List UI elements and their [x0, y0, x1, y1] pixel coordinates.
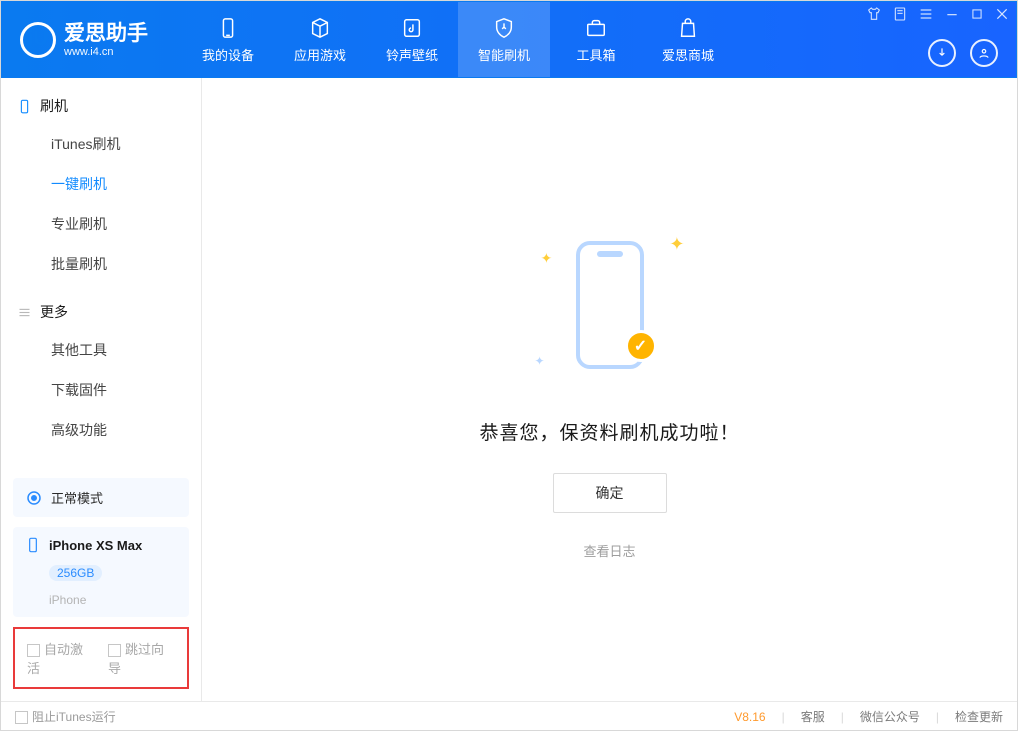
ok-button[interactable]: 确定 [553, 473, 667, 513]
sparkle-icon: ✦ [541, 250, 553, 267]
nav-label: 应用游戏 [294, 45, 346, 64]
checkbox-skip-guide[interactable]: 跳过向导 [108, 639, 175, 677]
sidebar-bottom: 正常模式 iPhone XS Max 256GB iPhone 自动激活 跳过向… [1, 468, 201, 701]
header-right-buttons [928, 39, 998, 67]
nav-label: 我的设备 [202, 45, 254, 64]
group-header-more[interactable]: 更多 [1, 302, 201, 330]
tshirt-icon[interactable] [866, 6, 882, 22]
sparkle-icon: ✦ [669, 234, 684, 255]
success-illustration: ✦ ✦ ✦ ✓ [525, 220, 695, 390]
toolbox-icon [584, 16, 608, 40]
check-update-link[interactable]: 检查更新 [955, 708, 1003, 725]
sidebar: 刷机 iTunes刷机 一键刷机 专业刷机 批量刷机 更多 其他工具 下载固件 … [1, 78, 202, 701]
logo-area: iU 爱思助手 www.i4.cn [2, 2, 182, 77]
maximize-icon[interactable] [970, 7, 984, 21]
view-log-link[interactable]: 查看日志 [583, 541, 635, 560]
sidebar-item-pro-flash[interactable]: 专业刷机 [1, 204, 201, 244]
group-header-flash[interactable]: 刷机 [1, 96, 201, 124]
download-button[interactable] [928, 39, 956, 67]
sidebar-item-download-firmware[interactable]: 下载固件 [1, 370, 201, 410]
device-icon [17, 99, 32, 114]
phone-icon [216, 16, 240, 40]
nav-ringtones-wallpapers[interactable]: 铃声壁纸 [366, 2, 458, 77]
mode-label: 正常模式 [51, 488, 103, 507]
version-label: V8.16 [734, 710, 765, 724]
status-bar: 阻止iTunes运行 V8.16 | 客服 | 微信公众号 | 检查更新 [1, 701, 1017, 731]
brand-name: 爱思助手 [64, 21, 148, 46]
brand-site: www.i4.cn [64, 46, 148, 58]
nav-my-device[interactable]: 我的设备 [182, 2, 274, 77]
nav-smart-flash[interactable]: 智能刷机 [458, 2, 550, 77]
nav-store[interactable]: 爱思商城 [642, 2, 734, 77]
mode-card[interactable]: 正常模式 [13, 478, 189, 517]
top-nav: 我的设备 应用游戏 铃声壁纸 智能刷机 工具箱 爱思商城 [182, 2, 734, 77]
menu-icon[interactable] [918, 6, 934, 22]
shield-icon [492, 16, 516, 40]
bag-icon [676, 16, 700, 40]
logo-icon: iU [20, 22, 56, 58]
sidebar-item-advanced[interactable]: 高级功能 [1, 410, 201, 450]
group-title: 刷机 [40, 96, 68, 116]
nav-label: 智能刷机 [478, 45, 530, 64]
nav-label: 工具箱 [576, 45, 615, 64]
sidebar-item-batch-flash[interactable]: 批量刷机 [1, 244, 201, 284]
device-card[interactable]: iPhone XS Max 256GB iPhone [13, 527, 189, 617]
nav-apps-games[interactable]: 应用游戏 [274, 2, 366, 77]
check-badge-icon: ✓ [625, 330, 657, 362]
close-icon[interactable] [994, 6, 1010, 22]
device-type: iPhone [49, 593, 177, 607]
user-button[interactable] [970, 39, 998, 67]
minimize-icon[interactable] [944, 6, 960, 22]
sidebar-group-more: 更多 其他工具 下载固件 高级功能 [1, 284, 201, 450]
note-icon[interactable] [892, 6, 908, 22]
app-header: iU 爱思助手 www.i4.cn 我的设备 应用游戏 铃声壁纸 智能刷机 工具… [1, 1, 1017, 78]
nav-label: 爱思商城 [662, 45, 714, 64]
device-capacity: 256GB [49, 565, 102, 581]
nav-label: 铃声壁纸 [386, 45, 438, 64]
device-name: iPhone XS Max [49, 538, 142, 553]
nav-toolbox[interactable]: 工具箱 [550, 2, 642, 77]
sidebar-item-itunes-flash[interactable]: iTunes刷机 [1, 124, 201, 164]
group-title: 更多 [40, 302, 68, 322]
success-message: 恭喜您，保资料刷机成功啦！ [479, 418, 739, 445]
options-highlight-box: 自动激活 跳过向导 [13, 627, 189, 689]
main-content: ✦ ✦ ✦ ✓ 恭喜您，保资料刷机成功啦！ 确定 查看日志 [202, 78, 1017, 701]
cube-icon [308, 16, 332, 40]
wechat-link[interactable]: 微信公众号 [860, 708, 920, 725]
music-icon [400, 16, 424, 40]
checkbox-block-itunes[interactable]: 阻止iTunes运行 [15, 708, 116, 725]
app-body: 刷机 iTunes刷机 一键刷机 专业刷机 批量刷机 更多 其他工具 下载固件 … [1, 78, 1017, 701]
sidebar-item-other-tools[interactable]: 其他工具 [1, 330, 201, 370]
device-small-icon [25, 537, 41, 553]
sparkle-icon: ✦ [535, 354, 545, 368]
mode-icon [25, 489, 43, 507]
service-link[interactable]: 客服 [801, 708, 825, 725]
sidebar-group-flash: 刷机 iTunes刷机 一键刷机 专业刷机 批量刷机 [1, 78, 201, 284]
checkbox-auto-activate[interactable]: 自动激活 [27, 639, 94, 677]
list-icon [17, 305, 32, 320]
sidebar-item-onekey-flash[interactable]: 一键刷机 [1, 164, 201, 204]
window-controls [866, 6, 1010, 22]
